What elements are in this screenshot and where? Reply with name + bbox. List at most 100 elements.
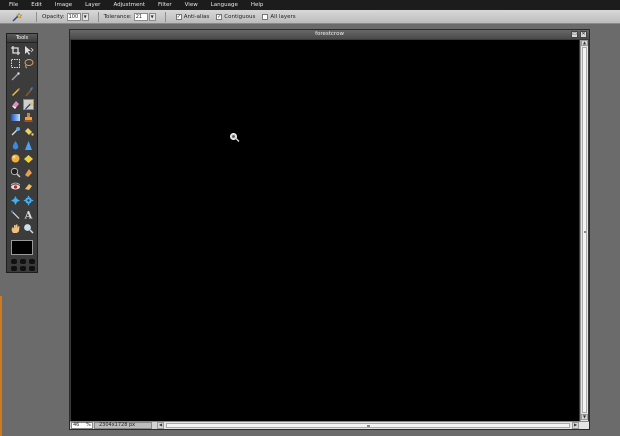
- document-window: forestcrow ▭ ✕ ▲ ▼ 46 % 2304x1728 px ◀ ▶: [69, 29, 590, 430]
- menu-edit[interactable]: Edit: [31, 2, 42, 8]
- menu-language[interactable]: Language: [211, 2, 238, 8]
- all-layers-label: All layers: [270, 13, 296, 20]
- all-layers-checkbox[interactable]: [262, 13, 269, 20]
- swatch-dot[interactable]: [20, 266, 26, 271]
- move-tool[interactable]: [23, 45, 34, 56]
- primary-color-swatch[interactable]: [11, 240, 33, 255]
- burn-tool[interactable]: [23, 167, 34, 178]
- zoom-input[interactable]: 46 %: [71, 422, 93, 429]
- vertical-scrollbar[interactable]: ▲ ▼: [580, 40, 588, 421]
- line-tool[interactable]: [10, 209, 21, 220]
- antialias-label: Anti-alias: [183, 13, 210, 20]
- sharpen-icon: [25, 141, 32, 150]
- checkmark-icon: ✓: [176, 13, 181, 20]
- red-eye-tool[interactable]: [10, 181, 21, 192]
- zoom-tool[interactable]: [23, 223, 34, 234]
- menu-adjustment[interactable]: Adjustment: [113, 2, 145, 8]
- horizontal-scrollbar[interactable]: ◀ ▶: [157, 422, 589, 429]
- swatch-dot[interactable]: [29, 259, 35, 264]
- picker-icon: [11, 127, 20, 136]
- sponge-tool[interactable]: [23, 153, 34, 164]
- line-icon: [10, 210, 20, 219]
- antialias-checkbox[interactable]: ✓: [175, 13, 182, 20]
- swatch-dot[interactable]: [11, 266, 17, 271]
- menu-help[interactable]: Help: [251, 2, 264, 8]
- horizontal-scroll-thumb[interactable]: [166, 423, 570, 428]
- crop-icon: [11, 46, 20, 55]
- hand-tool[interactable]: [10, 223, 21, 234]
- swatch-presets: [11, 259, 35, 271]
- swatch-dot[interactable]: [11, 259, 17, 264]
- pinch-icon: [11, 196, 20, 205]
- menu-image[interactable]: Image: [55, 2, 72, 8]
- chevron-left-icon: ◀: [158, 422, 163, 427]
- window-edge-accent: [0, 296, 2, 436]
- magic-wand-icon: [25, 101, 34, 110]
- menu-view[interactable]: View: [185, 2, 198, 8]
- opacity-dropdown-button[interactable]: ▼: [81, 12, 89, 21]
- fill-tool[interactable]: [23, 126, 34, 137]
- sponge-icon: [24, 155, 33, 163]
- scroll-down-button[interactable]: ▼: [581, 414, 588, 420]
- menu-file[interactable]: File: [9, 2, 18, 8]
- picker-tool[interactable]: [10, 126, 21, 137]
- close-button[interactable]: ✕: [580, 31, 587, 38]
- menu-layer[interactable]: Layer: [85, 2, 100, 8]
- brush-tool[interactable]: [23, 86, 34, 97]
- bloat-icon: [25, 184, 32, 190]
- contiguous-label: Contiguous: [224, 13, 256, 20]
- tolerance-dropdown-button[interactable]: ▼: [148, 12, 156, 21]
- grip-icon: [584, 231, 586, 233]
- pencil-tool[interactable]: [10, 86, 21, 97]
- menu-filter[interactable]: Filter: [158, 2, 172, 8]
- sharpen-tool[interactable]: [23, 140, 34, 151]
- gradient-icon: [11, 114, 20, 121]
- swatch-dot[interactable]: [29, 266, 35, 271]
- blur-drop-icon: [12, 141, 19, 150]
- wand-tool[interactable]: [10, 71, 21, 82]
- contiguous-checkbox[interactable]: ✓: [216, 13, 223, 20]
- marquee-icon: [11, 59, 20, 68]
- eraser-tool[interactable]: [10, 99, 21, 110]
- text-tool[interactable]: A: [23, 209, 34, 221]
- gradient-tool[interactable]: [10, 112, 21, 123]
- pinch-tool[interactable]: [10, 195, 21, 206]
- maximize-button[interactable]: ▭: [571, 31, 578, 38]
- checkmark-icon: ✓: [217, 13, 222, 20]
- marquee-tool[interactable]: [10, 58, 21, 69]
- separator: [36, 11, 37, 22]
- swatch-dot[interactable]: [20, 259, 26, 264]
- svg-text:A: A: [24, 211, 33, 221]
- spin-tool[interactable]: [23, 195, 34, 206]
- chevron-up-icon: ▲: [582, 40, 587, 45]
- magnifier-icon: [24, 224, 34, 234]
- chevron-down-icon: ▼: [150, 14, 154, 19]
- tools-title: Tools: [7, 34, 37, 43]
- pencil-icon: [12, 88, 20, 96]
- scroll-right-button[interactable]: ▶: [572, 422, 579, 429]
- stamp-tool[interactable]: [23, 112, 34, 123]
- bloat-tool[interactable]: [23, 181, 34, 192]
- image-dimensions: 2304x1728 px: [94, 422, 152, 429]
- vertical-scroll-thumb[interactable]: [582, 47, 587, 413]
- drop-tool[interactable]: [10, 140, 21, 151]
- scroll-up-button[interactable]: ▲: [581, 40, 588, 46]
- red-eye-icon: [10, 182, 21, 190]
- magic-wand-icon: [11, 11, 23, 22]
- close-icon: ✕: [581, 31, 586, 37]
- zoom-dark-tool[interactable]: [10, 167, 21, 178]
- chevron-down-icon: ▼: [582, 414, 587, 419]
- opacity-input[interactable]: 100: [66, 12, 81, 21]
- scroll-left-button[interactable]: ◀: [157, 422, 164, 429]
- lasso-tool[interactable]: [23, 58, 34, 69]
- stamp-icon: [24, 113, 33, 122]
- magic-wand-cursor-icon: [229, 132, 240, 142]
- smudge-icon: [11, 154, 20, 163]
- document-titlebar[interactable]: forestcrow ▭ ✕: [70, 30, 589, 39]
- magic-wand-tool[interactable]: [23, 99, 34, 110]
- crop-tool[interactable]: [10, 45, 21, 56]
- smudge-tool[interactable]: [10, 153, 21, 164]
- tolerance-input[interactable]: 21: [133, 12, 148, 21]
- image-canvas[interactable]: [71, 40, 579, 421]
- tools-panel: Tools A: [6, 33, 38, 273]
